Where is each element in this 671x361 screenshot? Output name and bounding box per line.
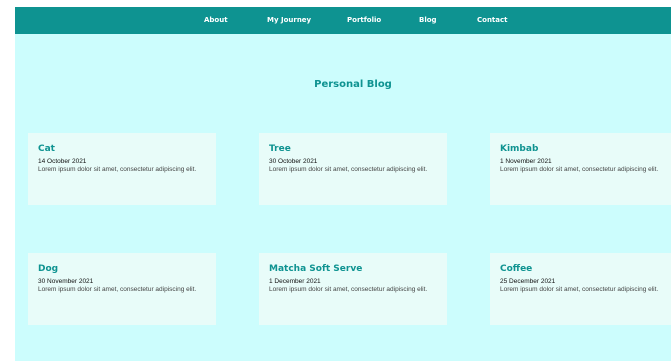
nav-link-portfolio[interactable]: Portfolio [347, 16, 381, 24]
post-title: Tree [269, 144, 291, 154]
post-excerpt: Lorem ipsum dolor sit amet, consectetur … [38, 286, 197, 293]
nav-link-about[interactable]: About [204, 16, 228, 24]
nav-link-my-journey[interactable]: My Journey [267, 16, 311, 24]
post-excerpt: Lorem ipsum dolor sit amet, consectetur … [500, 166, 659, 173]
page-title: Personal Blog [314, 79, 392, 90]
post-date: 14 October 2021 [38, 158, 87, 165]
top-navbar: About My Journey Portfolio Blog Contact [15, 7, 671, 34]
post-date: 1 November 2021 [500, 158, 552, 165]
blog-page: About My Journey Portfolio Blog Contact … [15, 7, 671, 361]
blog-post-card-cat[interactable]: Cat 14 October 2021 Lorem ipsum dolor si… [28, 133, 216, 205]
post-title: Dog [38, 264, 59, 274]
post-title: Kimbab [500, 144, 539, 154]
blog-post-card-coffee[interactable]: Coffee 25 December 2021 Lorem ipsum dolo… [490, 253, 671, 325]
post-excerpt: Lorem ipsum dolor sit amet, consectetur … [269, 286, 428, 293]
blog-post-card-dog[interactable]: Dog 30 November 2021 Lorem ipsum dolor s… [28, 253, 216, 325]
post-title: Matcha Soft Serve [269, 264, 363, 274]
blog-post-card-kimbab[interactable]: Kimbab 1 November 2021 Lorem ipsum dolor… [490, 133, 671, 205]
post-date: 30 November 2021 [38, 278, 94, 285]
blog-post-card-tree[interactable]: Tree 30 October 2021 Lorem ipsum dolor s… [259, 133, 447, 205]
post-excerpt: Lorem ipsum dolor sit amet, consectetur … [38, 166, 197, 173]
nav-link-blog[interactable]: Blog [419, 16, 437, 24]
post-date: 1 December 2021 [269, 278, 321, 285]
post-date: 30 October 2021 [269, 158, 318, 165]
blog-post-card-matcha-soft-serve[interactable]: Matcha Soft Serve 1 December 2021 Lorem … [259, 253, 447, 325]
post-excerpt: Lorem ipsum dolor sit amet, consectetur … [500, 286, 659, 293]
post-title: Coffee [500, 264, 533, 274]
post-date: 25 December 2021 [500, 278, 556, 285]
post-excerpt: Lorem ipsum dolor sit amet, consectetur … [269, 166, 428, 173]
post-title: Cat [38, 144, 55, 154]
nav-link-contact[interactable]: Contact [477, 16, 508, 24]
